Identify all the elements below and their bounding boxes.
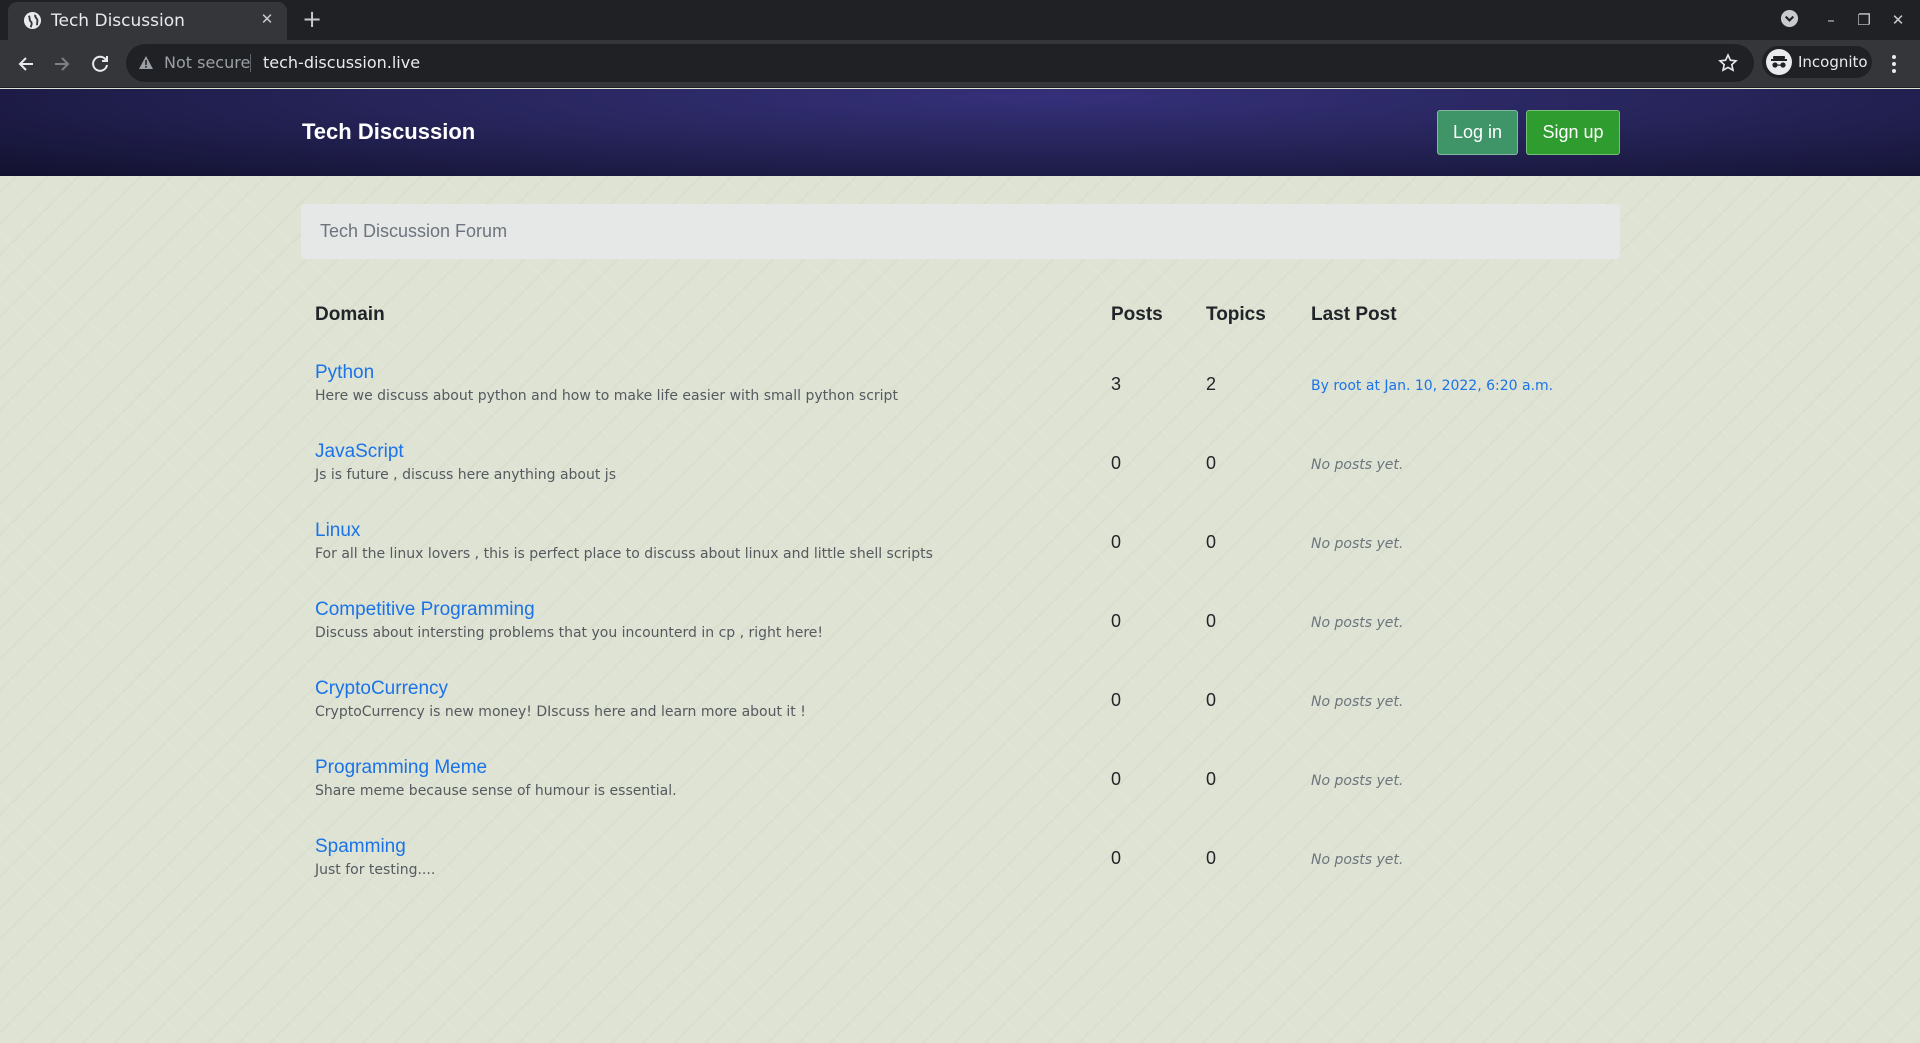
table-row: Programming Meme Share meme because sens… bbox=[301, 757, 1620, 836]
table-row: Competitive Programming Discuss about in… bbox=[301, 599, 1620, 678]
domain-description: Discuss about intersting problems that y… bbox=[315, 625, 824, 641]
last-post-link[interactable]: By root at Jan. 10, 2022, 6:20 a.m. bbox=[1311, 378, 1553, 394]
column-header-topics: Topics bbox=[1206, 304, 1266, 325]
minimize-icon[interactable]: – bbox=[1820, 8, 1842, 32]
table-row: Spamming Just for testing.... 0 0 No pos… bbox=[301, 836, 1620, 915]
domain-description: Here we discuss about python and how to … bbox=[315, 388, 898, 404]
url-text[interactable]: tech-discussion.live bbox=[263, 53, 420, 72]
tab-title: Tech Discussion bbox=[51, 11, 185, 31]
domain-link-cryptocurrency[interactable]: CryptoCurrency bbox=[315, 678, 448, 700]
table-row: JavaScript Js is future , discuss here a… bbox=[301, 441, 1620, 520]
domain-description: Share meme because sense of humour is es… bbox=[315, 783, 677, 799]
posts-count: 0 bbox=[1111, 532, 1122, 552]
browser-tab-strip: Tech Discussion ✕ + – ❐ ✕ bbox=[0, 0, 1920, 40]
site-header: Tech Discussion Log in Sign up bbox=[0, 89, 1920, 176]
browser-toolbar: Not secure tech-discussion.live Incognit… bbox=[0, 40, 1920, 88]
reload-icon[interactable] bbox=[85, 49, 115, 79]
domain-link-spamming[interactable]: Spamming bbox=[315, 836, 406, 858]
page-content: Tech Discussion Log in Sign up Tech Disc… bbox=[0, 89, 1920, 1043]
last-post-empty: No posts yet. bbox=[1311, 457, 1404, 473]
topics-count: 0 bbox=[1206, 532, 1217, 552]
address-bar[interactable]: Not secure tech-discussion.live bbox=[126, 44, 1754, 82]
domain-link-python[interactable]: Python bbox=[315, 362, 374, 384]
posts-count: 0 bbox=[1111, 848, 1122, 868]
login-button[interactable]: Log in bbox=[1437, 110, 1518, 155]
security-status[interactable]: Not secure bbox=[164, 53, 250, 72]
globe-icon bbox=[23, 11, 42, 30]
restore-icon[interactable]: ❐ bbox=[1853, 8, 1875, 32]
address-divider bbox=[250, 54, 251, 72]
back-icon[interactable] bbox=[11, 49, 41, 79]
posts-count: 0 bbox=[1111, 611, 1122, 631]
forward-icon[interactable] bbox=[47, 49, 77, 79]
last-post-empty: No posts yet. bbox=[1311, 852, 1404, 868]
domain-link-programming-meme[interactable]: Programming Meme bbox=[315, 757, 487, 779]
forum-breadcrumb: Tech Discussion Forum bbox=[301, 204, 1620, 259]
more-vert-icon[interactable] bbox=[1882, 50, 1906, 78]
incognito-icon bbox=[1766, 49, 1792, 75]
posts-count: 0 bbox=[1111, 769, 1122, 789]
incognito-badge[interactable]: Incognito bbox=[1762, 46, 1872, 78]
last-post-empty: No posts yet. bbox=[1311, 773, 1404, 789]
new-tab-button[interactable]: + bbox=[300, 5, 324, 33]
column-header-last-post: Last Post bbox=[1311, 304, 1397, 325]
close-window-icon[interactable]: ✕ bbox=[1887, 8, 1909, 32]
last-post-empty: No posts yet. bbox=[1311, 694, 1404, 710]
posts-count: 0 bbox=[1111, 453, 1122, 473]
domain-description: Js is future , discuss here anything abo… bbox=[315, 467, 616, 483]
column-header-domain: Domain bbox=[315, 304, 385, 325]
bookmark-star-icon[interactable] bbox=[1718, 53, 1738, 73]
signup-button[interactable]: Sign up bbox=[1526, 110, 1620, 155]
last-post-empty: No posts yet. bbox=[1311, 615, 1404, 631]
column-header-posts: Posts bbox=[1111, 304, 1163, 325]
warning-icon[interactable] bbox=[138, 55, 154, 71]
topics-count: 0 bbox=[1206, 611, 1217, 631]
domain-link-javascript[interactable]: JavaScript bbox=[315, 441, 404, 463]
table-row: Linux For all the linux lovers , this is… bbox=[301, 520, 1620, 599]
forum-title: Tech Discussion Forum bbox=[320, 221, 508, 241]
posts-count: 0 bbox=[1111, 690, 1122, 710]
posts-count: 3 bbox=[1111, 374, 1122, 394]
domain-description: For all the linux lovers , this is perfe… bbox=[315, 546, 933, 562]
topics-count: 0 bbox=[1206, 848, 1217, 868]
last-post-empty: No posts yet. bbox=[1311, 536, 1404, 552]
topics-count: 0 bbox=[1206, 690, 1217, 710]
topics-count: 2 bbox=[1206, 374, 1217, 394]
domain-description: Just for testing.... bbox=[315, 862, 436, 878]
topics-count: 0 bbox=[1206, 769, 1217, 789]
incognito-label: Incognito bbox=[1798, 53, 1868, 71]
domain-link-linux[interactable]: Linux bbox=[315, 520, 360, 542]
site-brand[interactable]: Tech Discussion bbox=[302, 119, 475, 145]
table-row: Python Here we discuss about python and … bbox=[301, 362, 1620, 441]
tab-search-icon[interactable] bbox=[1780, 9, 1799, 28]
topics-count: 0 bbox=[1206, 453, 1217, 473]
domain-link-competitive-programming[interactable]: Competitive Programming bbox=[315, 599, 535, 621]
domain-description: CryptoCurrency is new money! DIscuss her… bbox=[315, 704, 806, 720]
close-tab-icon[interactable]: ✕ bbox=[257, 8, 277, 30]
browser-tab[interactable]: Tech Discussion ✕ bbox=[8, 2, 287, 40]
table-row: CryptoCurrency CryptoCurrency is new mon… bbox=[301, 678, 1620, 757]
